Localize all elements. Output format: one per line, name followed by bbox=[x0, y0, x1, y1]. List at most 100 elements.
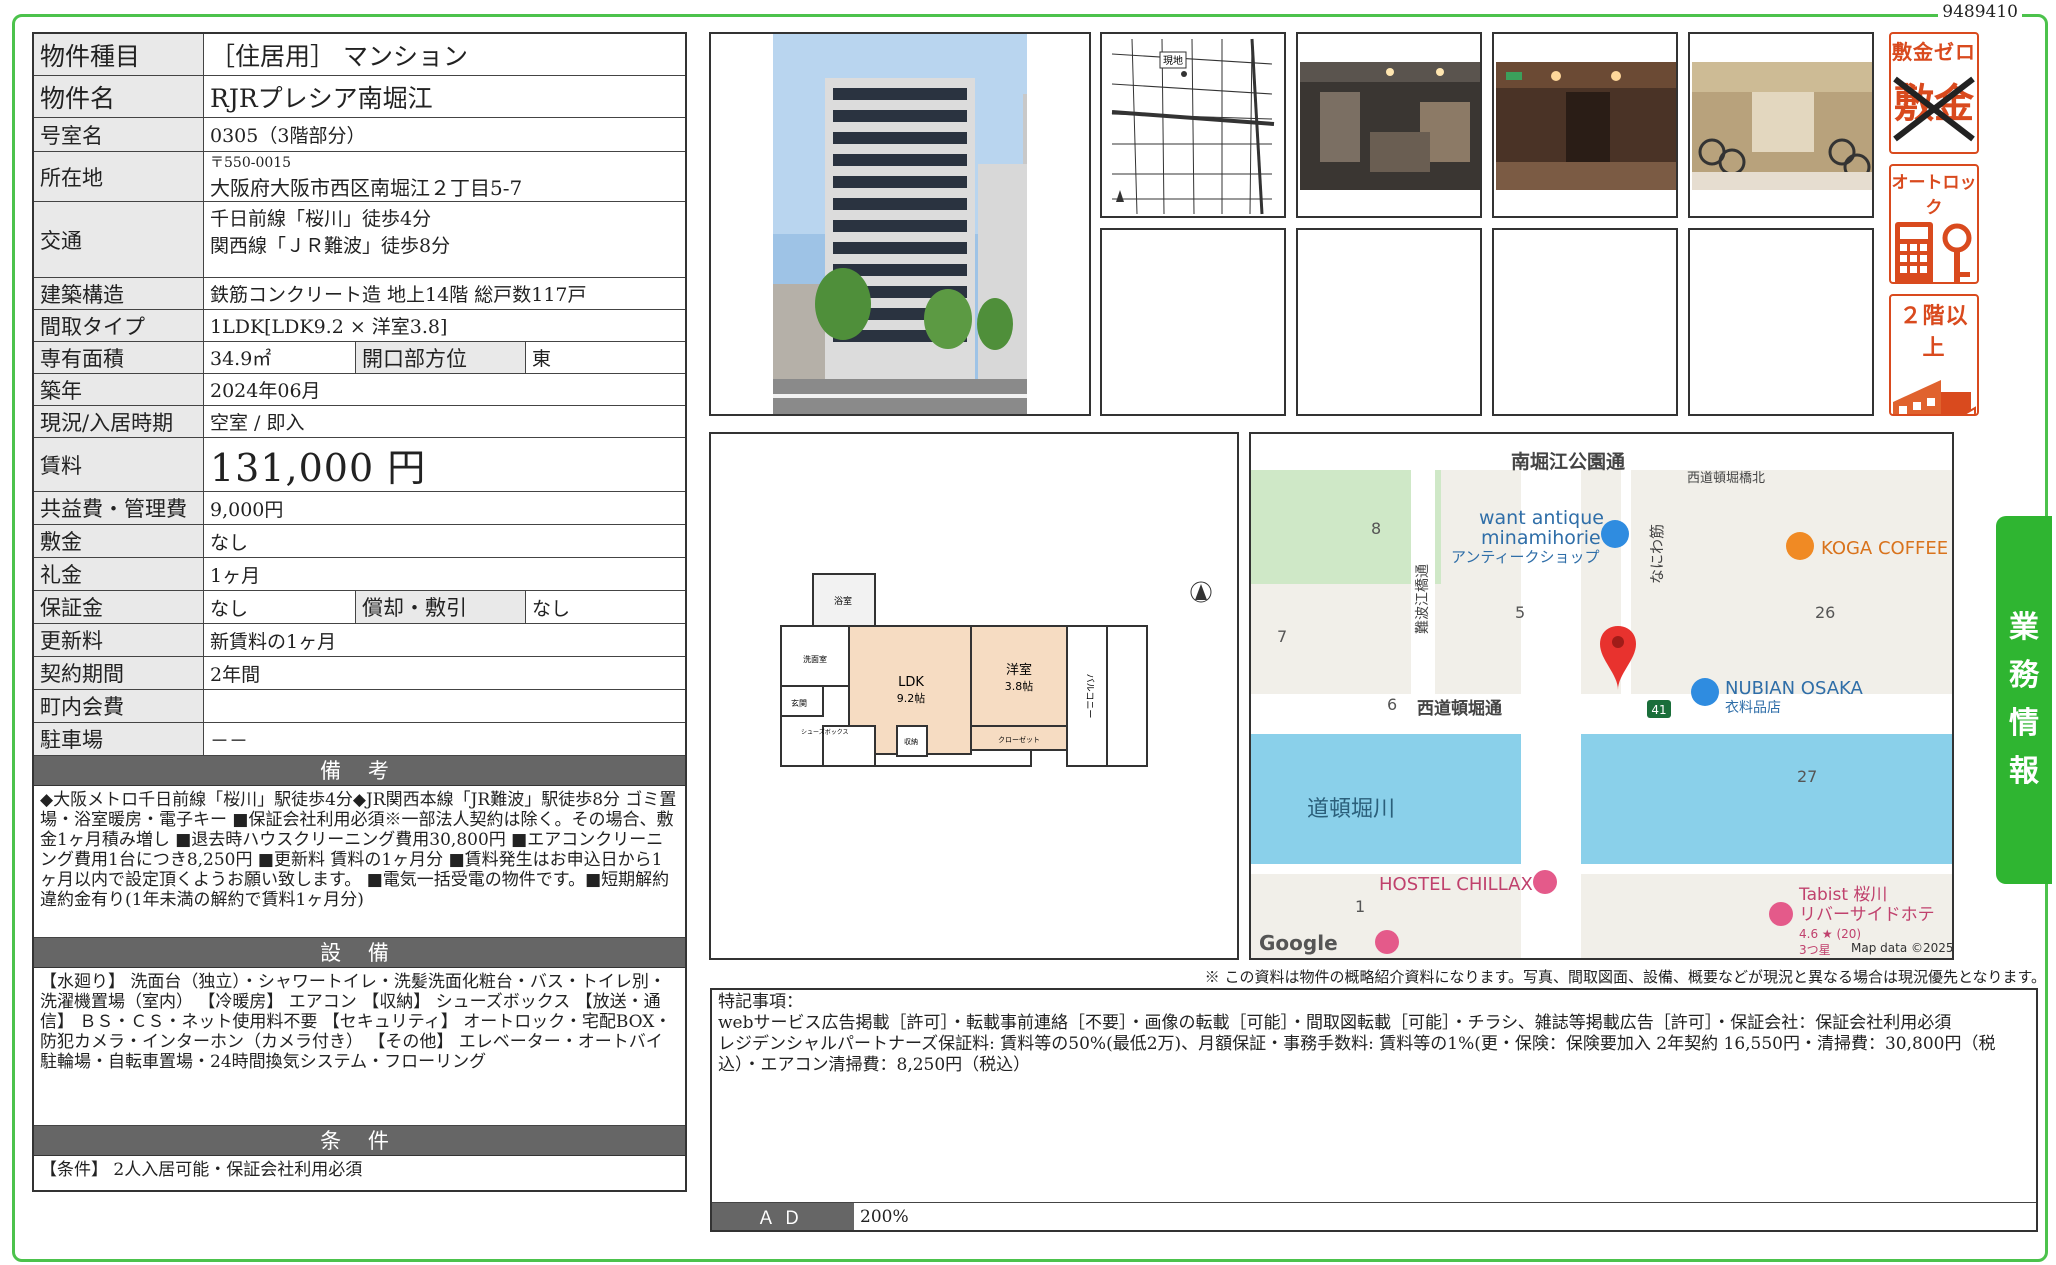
bath-label: 浴室 bbox=[834, 595, 852, 607]
layout-label: 間取タイプ bbox=[34, 310, 204, 341]
side-tab-char-3: 情 bbox=[2009, 706, 2039, 741]
remarks-line-2: レジデンシャルパートナーズ保証料: 賃料等の50%(最低2万)、月額保証・事務手… bbox=[718, 1034, 1996, 1075]
access-cell: 千日前線「桜川」徒歩4分 関西線「ＪＲ難波」徒歩8分 bbox=[204, 202, 685, 277]
deposit-zero-label: 敷金ゼロ bbox=[1892, 40, 1976, 64]
row-key-money: 礼金 1ヶ月 bbox=[34, 558, 685, 591]
document-id: 9489410 bbox=[1938, 2, 2022, 22]
term-label: 契約期間 bbox=[34, 657, 204, 689]
location-map[interactable]: 南堀江公園通 西道頓堀橋北 want antique minamihorie ア… bbox=[1249, 432, 1954, 960]
map-shop2-desc: 衣料品店 bbox=[1725, 700, 1781, 716]
map-block-1: 1 bbox=[1355, 897, 1365, 916]
access-label: 交通 bbox=[34, 202, 204, 277]
ldk-size: 9.2帖 bbox=[897, 692, 926, 705]
amort-value: なし bbox=[532, 597, 571, 620]
thumbnail-map-label: 現地 bbox=[1163, 54, 1183, 67]
side-tab-char-2: 務 bbox=[2009, 658, 2039, 693]
bike-parking-photo[interactable] bbox=[1688, 32, 1874, 218]
map-hotel: Tabist 桜川 bbox=[1798, 885, 1887, 905]
map-copyright: Map data ©2025 bbox=[1851, 941, 1952, 955]
area-value: 34.9㎡ bbox=[204, 342, 356, 373]
location-map-thumbnail[interactable]: 現地 bbox=[1100, 32, 1286, 218]
facilities-heading: 設 備 bbox=[34, 938, 685, 968]
row-deposit: 敷金 なし bbox=[34, 525, 685, 558]
structure-value: 鉄筋コンクリート造 地上14階 総戸数117戸 bbox=[204, 278, 685, 309]
name-label: 物件名 bbox=[34, 76, 204, 117]
map-route-number: 41 bbox=[1651, 703, 1666, 717]
direction-value: 東 bbox=[532, 348, 552, 370]
row-term: 契約期間 2年間 bbox=[34, 657, 685, 690]
row-guarantee: 保証金 なし 償却・敷引 なし bbox=[34, 591, 685, 624]
row-name: 物件名 RJRプレシア南堀江 bbox=[34, 76, 685, 118]
map-canvas: 南堀江公園通 西道頓堀橋北 want antique minamihorie ア… bbox=[1251, 434, 1952, 958]
notes-heading: 備 考 bbox=[34, 756, 685, 786]
town-fee-label: 町内会費 bbox=[34, 690, 204, 722]
town-fee-value bbox=[204, 690, 685, 722]
row-structure: 建築構造 鉄筋コンクリート造 地上14階 総戸数117戸 bbox=[34, 278, 685, 310]
map-hotel-stars: 3つ星 bbox=[1799, 943, 1831, 957]
facilities-text: 【水廻り】 洗面台（独立）・シャワートイレ・洗髪洗面化粧台・バス・トイレ別・洗濯… bbox=[34, 968, 685, 1126]
autolock-label: オートロック bbox=[1891, 173, 1977, 218]
map-street-vertical: なにわ筋 bbox=[1648, 524, 1666, 584]
balcony-label: バルコニー bbox=[1084, 674, 1095, 719]
row-fee: 共益費・管理費 9,000円 bbox=[34, 492, 685, 525]
row-built: 築年 2024年06月 bbox=[34, 374, 685, 406]
map-hotel-rating: 4.6 ★ (20) bbox=[1799, 927, 1861, 941]
room-label: 号室名 bbox=[34, 118, 204, 151]
status-value: 空室 / 即入 bbox=[204, 406, 685, 437]
side-tab-char-4: 報 bbox=[2009, 754, 2039, 789]
address-value: 大阪府大阪市西区南堀江２丁目5-7 bbox=[210, 176, 523, 200]
notes-text: ◆大阪メトロ千日前線「桜川」駅徒歩4分◆JR関西本線「JR難波」駅徒歩8分 ゴミ… bbox=[34, 786, 685, 938]
area-split: 34.9㎡ 開口部方位 東 bbox=[204, 342, 685, 373]
deposit-value: なし bbox=[204, 525, 685, 557]
layout-value: 1LDK[LDK9.2 × 洋室3.8] bbox=[204, 310, 685, 341]
shop2-pin-icon bbox=[1691, 678, 1719, 706]
empty-photo-slot-3 bbox=[1492, 228, 1678, 416]
map-block-7: 7 bbox=[1277, 627, 1287, 646]
map-street-top: 南堀江公園通 bbox=[1511, 451, 1626, 473]
empty-photo-slot-2 bbox=[1296, 228, 1482, 416]
access-line-1: 千日前線「桜川」徒歩4分 bbox=[210, 208, 432, 230]
name-value: RJRプレシア南堀江 bbox=[204, 76, 685, 117]
shoes-label: シューズボックス bbox=[801, 728, 849, 736]
map-shop1-line2: minamihorie bbox=[1481, 527, 1601, 549]
floor-plan: LDK 9.2帖 洋室 3.8帖 浴室 洗面室 玄関 クローゼット 収納 シュー… bbox=[780, 573, 1212, 767]
lobby-photo[interactable] bbox=[1296, 32, 1482, 218]
row-room: 号室名 0305（3階部分） bbox=[34, 118, 685, 152]
western-size: 3.8帖 bbox=[1005, 680, 1034, 693]
parking-label: 駐車場 bbox=[34, 723, 204, 755]
entrance-label: 玄関 bbox=[791, 698, 807, 708]
property-info-table: 物件種目 ［住居用］ マンション 物件名 RJRプレシア南堀江 号室名 0305… bbox=[32, 32, 687, 1192]
corridor-photo[interactable] bbox=[1492, 32, 1678, 218]
storage-label: 収納 bbox=[904, 737, 918, 746]
status-label: 現況/入居時期 bbox=[34, 406, 204, 437]
row-parking: 駐車場 －－ bbox=[34, 723, 685, 756]
remarks-line-1: webサービス広告掲載［許可］・転載事前連絡［不要］・画像の転載［可能］・間取図… bbox=[718, 1013, 1952, 1033]
lobby-image bbox=[1300, 62, 1480, 190]
remarks-body: 特記事項： webサービス広告掲載［許可］・転載事前連絡［不要］・画像の転載［可… bbox=[712, 990, 2036, 1078]
fee-value: 9,000円 bbox=[204, 492, 685, 524]
conditions-text: 【条件】 2人入居可能・保証会社利用必須 bbox=[40, 1160, 363, 1180]
building-photo-frame bbox=[709, 32, 1091, 416]
business-info-tab[interactable]: 業 務 情 報 bbox=[1996, 516, 2052, 884]
autolock-badge: オートロック bbox=[1889, 164, 1979, 284]
room-value: 0305（3階部分） bbox=[204, 118, 685, 151]
side-tab-char-1: 業 bbox=[2009, 610, 2039, 645]
term-value: 2年間 bbox=[204, 657, 685, 689]
row-access: 交通 千日前線「桜川」徒歩4分 関西線「ＪＲ難波」徒歩8分 bbox=[34, 202, 685, 278]
deposit-label: 敷金 bbox=[34, 525, 204, 557]
row-rent: 賃料 131,000 円 bbox=[34, 438, 685, 492]
map-river: 道頓堀川 bbox=[1307, 797, 1395, 822]
type-label: 物件種目 bbox=[34, 34, 204, 75]
map-cafe: KOGA COFFEE bbox=[1821, 538, 1948, 559]
row-renewal: 更新料 新賃料の1ヶ月 bbox=[34, 624, 685, 657]
row-address: 所在地 〒550-0015 大阪府大阪市西区南堀江２丁目5-7 bbox=[34, 152, 685, 202]
thumbnail-map: 現地 bbox=[1102, 34, 1284, 216]
renewal-label: 更新料 bbox=[34, 624, 204, 656]
hotel-pin-icon bbox=[1769, 902, 1793, 926]
rent-label: 賃料 bbox=[34, 438, 204, 491]
second-floor-label: ２階以上 bbox=[1899, 304, 1969, 361]
map-shop2: NUBIAN OSAKA bbox=[1725, 678, 1864, 699]
western-label: 洋室 bbox=[1006, 662, 1032, 678]
special-remarks-box: 特記事項： webサービス広告掲載［許可］・転載事前連絡［不要］・画像の転載［可… bbox=[710, 988, 2038, 1232]
map-street-vertical-2: 難波江橋通 bbox=[1415, 564, 1431, 634]
